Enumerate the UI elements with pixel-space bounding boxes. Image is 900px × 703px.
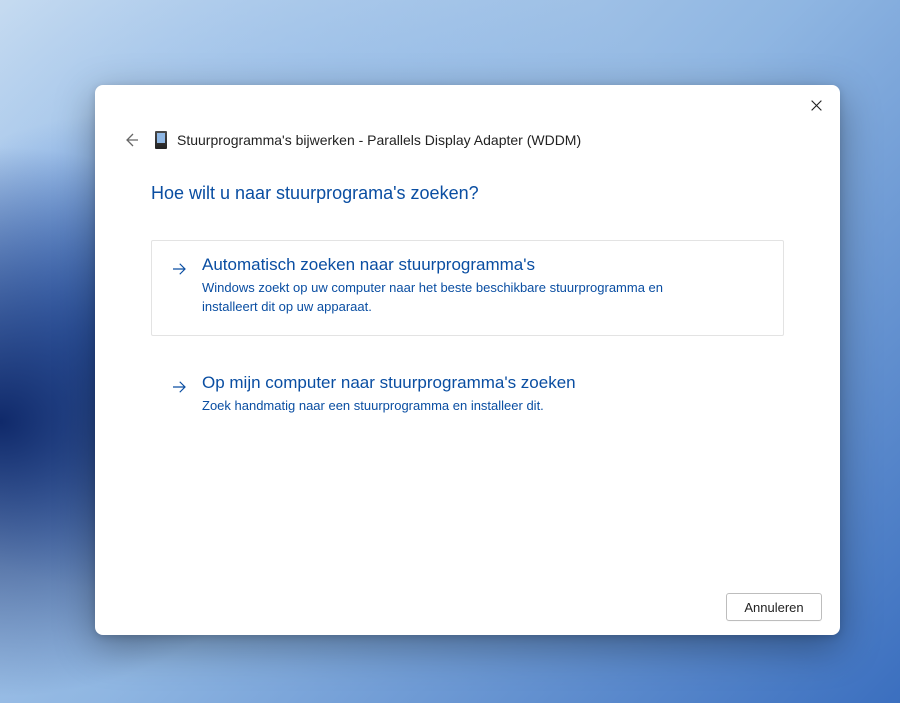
prompt-heading: Hoe wilt u naar stuurprograma's zoeken? xyxy=(151,183,784,204)
dialog-footer: Annuleren xyxy=(95,593,840,635)
option-browse-local[interactable]: Op mijn computer naar stuurprogramma's z… xyxy=(151,358,784,435)
close-button[interactable] xyxy=(806,95,826,115)
option-body: Automatisch zoeken naar stuurprogramma's… xyxy=(202,255,702,317)
dialog-content: Hoe wilt u naar stuurprograma's zoeken? … xyxy=(95,149,840,593)
dialog-header: Stuurprogramma's bijwerken - Parallels D… xyxy=(95,85,840,149)
option-description: Windows zoekt op uw computer naar het be… xyxy=(202,279,702,317)
option-title: Automatisch zoeken naar stuurprogramma's xyxy=(202,255,702,275)
device-icon xyxy=(155,131,167,149)
close-icon xyxy=(810,99,823,112)
option-description: Zoek handmatig naar een stuurprogramma e… xyxy=(202,397,576,416)
option-title: Op mijn computer naar stuurprogramma's z… xyxy=(202,373,576,393)
back-button[interactable] xyxy=(123,132,139,148)
option-body: Op mijn computer naar stuurprogramma's z… xyxy=(202,373,576,416)
back-arrow-icon xyxy=(123,132,139,148)
arrow-right-icon xyxy=(170,255,188,317)
option-auto-search[interactable]: Automatisch zoeken naar stuurprogramma's… xyxy=(151,240,784,336)
cancel-button[interactable]: Annuleren xyxy=(726,593,822,621)
dialog-title: Stuurprogramma's bijwerken - Parallels D… xyxy=(177,132,581,148)
arrow-right-icon xyxy=(170,373,188,416)
update-driver-dialog: Stuurprogramma's bijwerken - Parallels D… xyxy=(95,85,840,635)
